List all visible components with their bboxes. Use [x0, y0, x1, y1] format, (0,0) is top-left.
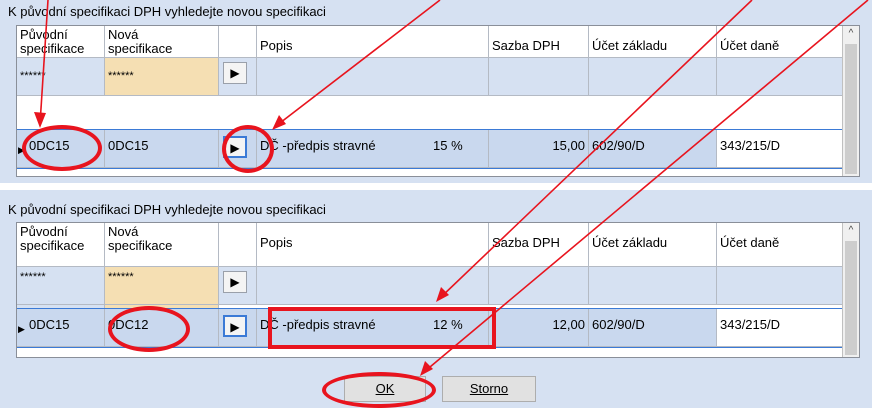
dialog-title: K původní specifikaci DPH vyhledejte nov…	[8, 4, 326, 19]
grid-filter-row: ****** ****** ▶	[17, 267, 843, 305]
chevron-up-icon[interactable]: ^	[843, 223, 859, 239]
col-header-description[interactable]: Popis	[257, 26, 489, 58]
dialog-panel-after: K původní specifikaci DPH vyhledejte nov…	[0, 190, 872, 408]
col-header-tax-account[interactable]: Účet daně	[717, 26, 843, 58]
cancel-button[interactable]: Storno	[442, 376, 536, 402]
cell-base-account[interactable]: 602/90/D	[589, 130, 717, 168]
cell-new[interactable]: 0DC15	[105, 130, 219, 168]
col-header-arrow	[219, 223, 257, 267]
annotation-ellipse-arrow	[222, 125, 274, 173]
scrollbar-thumb[interactable]	[845, 44, 857, 174]
filter-base-input[interactable]	[589, 267, 717, 305]
play-triangle-icon[interactable]: ▶	[223, 62, 247, 84]
scrollbar-thumb[interactable]	[845, 241, 857, 355]
dialog-title: K původní specifikaci DPH vyhledejte nov…	[8, 202, 326, 217]
col-header-vat-rate[interactable]: Sazba DPH	[489, 223, 589, 267]
filter-description-input[interactable]	[257, 58, 489, 96]
filter-original-input[interactable]: ******	[17, 58, 105, 96]
col-header-new[interactable]: Nová specifikace	[105, 223, 219, 267]
cell-vat-rate[interactable]: 12,00	[489, 309, 589, 347]
play-triangle-icon[interactable]: ▶	[223, 315, 247, 337]
table-row-selected[interactable]: 0DC15 0DC15 ▶ DČ -předpis stravné 15 % 15…	[17, 129, 844, 169]
col-header-new[interactable]: Nová specifikace	[105, 26, 219, 58]
col-header-vat-rate[interactable]: Sazba DPH	[489, 26, 589, 58]
filter-base-input[interactable]	[589, 58, 717, 96]
row-pointer-icon: ▶	[18, 324, 25, 334]
col-header-base-account[interactable]: Účet základu	[589, 223, 717, 267]
col-header-original[interactable]: Původní specifikace	[17, 223, 105, 267]
filter-vat-input[interactable]	[489, 58, 589, 96]
grid-header-row: Původní specifikace Nová specifikace Popis…	[17, 26, 843, 58]
filter-vat-input[interactable]	[489, 267, 589, 305]
col-header-description[interactable]: Popis	[257, 223, 489, 267]
col-header-tax-account[interactable]: Účet daně	[717, 223, 843, 267]
filter-description-input[interactable]	[257, 267, 489, 305]
grid-header-row: Původní specifikace Nová specifikace Popis…	[17, 223, 843, 267]
cell-tax-account[interactable]: 343/215/D	[717, 309, 843, 347]
annotation-ellipse-new	[108, 306, 190, 352]
filter-new-input[interactable]: ******	[105, 267, 219, 305]
col-header-original[interactable]: Původní specifikace	[17, 26, 105, 58]
cell-original[interactable]: 0DC15	[17, 309, 105, 347]
cell-base-account[interactable]: 602/90/D	[589, 309, 717, 347]
filter-tax-input[interactable]	[717, 267, 843, 305]
cell-description[interactable]: DČ -předpis stravné 15 %	[257, 130, 489, 168]
filter-original-input[interactable]: ******	[17, 267, 105, 305]
vertical-scrollbar[interactable]: ^	[842, 26, 859, 176]
filter-tax-input[interactable]	[717, 58, 843, 96]
annotation-ellipse-ok	[322, 372, 436, 408]
filter-arrow-cell: ▶	[219, 58, 257, 96]
cell-arrow: ▶	[219, 309, 257, 347]
col-header-base-account[interactable]: Účet základu	[589, 26, 717, 58]
annotation-box-description	[268, 307, 496, 349]
filter-arrow-cell: ▶	[219, 267, 257, 305]
annotation-ellipse-original	[22, 125, 102, 171]
chevron-up-icon[interactable]: ^	[843, 26, 859, 42]
cell-vat-rate[interactable]: 15,00	[489, 130, 589, 168]
filter-new-input[interactable]: ******	[105, 58, 219, 96]
cell-tax-account[interactable]: 343/215/D	[717, 130, 843, 168]
col-header-arrow	[219, 26, 257, 58]
play-triangle-icon[interactable]: ▶	[223, 271, 247, 293]
dialog-panel-before: K původní specifikaci DPH vyhledejte nov…	[0, 0, 872, 183]
vertical-scrollbar[interactable]: ^	[842, 223, 859, 357]
specification-grid: Původní specifikace Nová specifikace Popis…	[16, 25, 860, 177]
grid-filter-row: ****** ****** ▶	[17, 58, 843, 96]
